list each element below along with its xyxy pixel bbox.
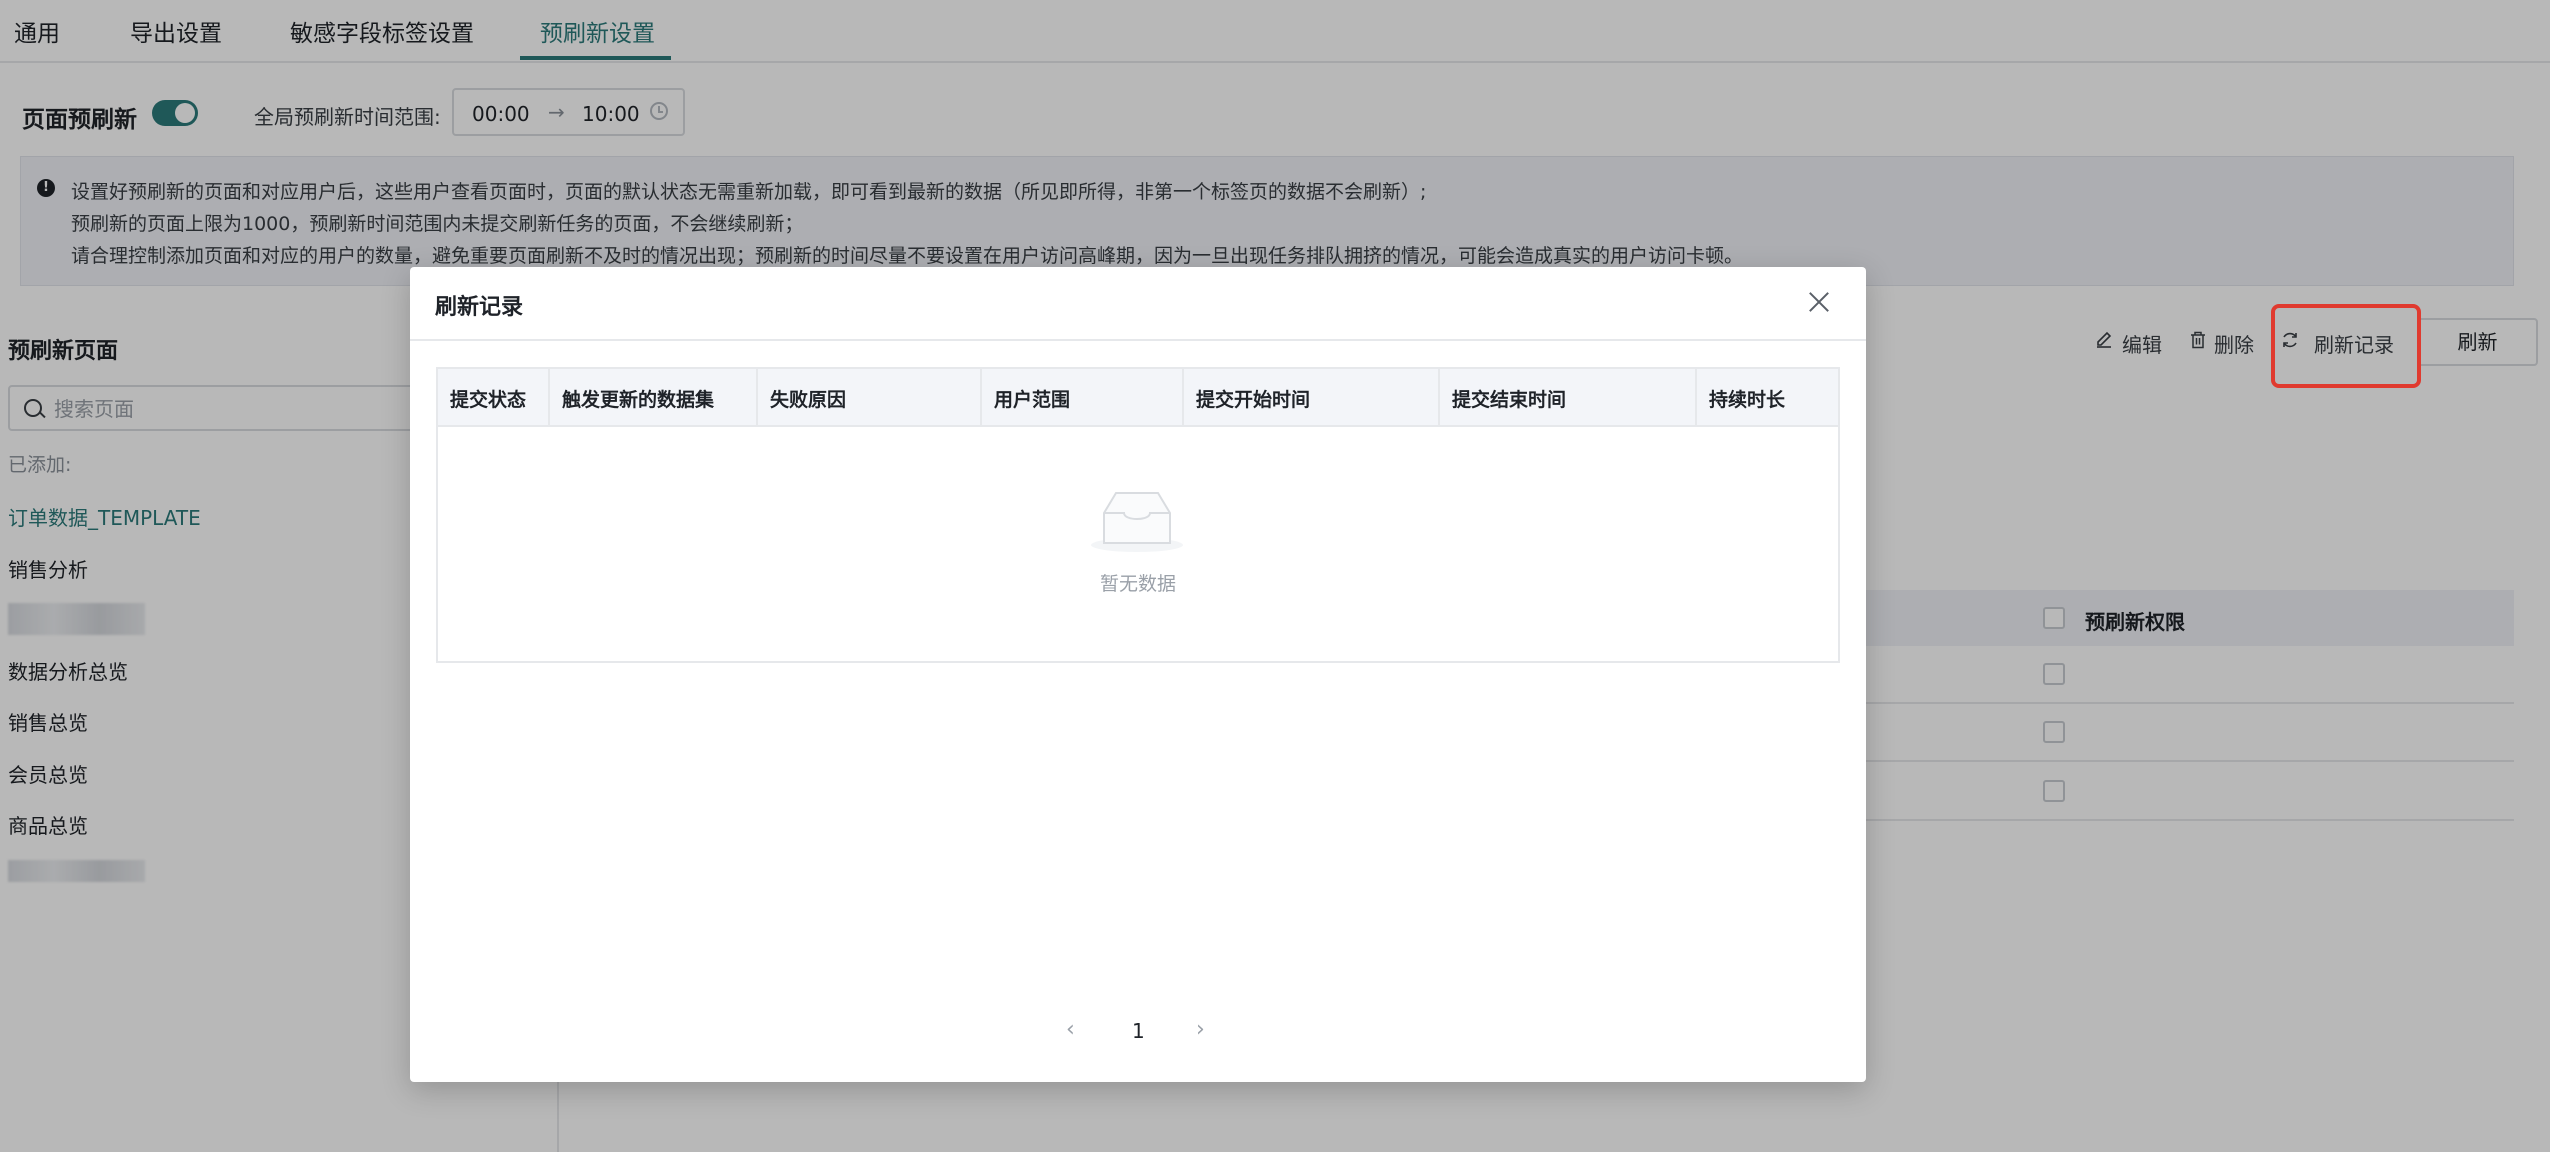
column-header: 用户范围	[994, 389, 1071, 411]
column-header: 提交开始时间	[1196, 389, 1311, 411]
refresh-records-dialog: 刷新记录 提交状态 触发更新的数据集 失败原因 用户范围 提交开始时间 提交结束…	[410, 267, 1866, 1082]
column-header: 提交状态	[450, 389, 527, 411]
empty-box-icon	[1091, 492, 1183, 552]
records-table-header: 提交状态 触发更新的数据集 失败原因 用户范围 提交开始时间 提交结束时间 持续…	[438, 369, 1838, 427]
column-header: 提交结束时间	[1452, 389, 1567, 411]
column-divider	[548, 369, 550, 425]
column-divider	[1438, 369, 1440, 425]
column-header: 失败原因	[770, 389, 847, 411]
pagination-prev[interactable]: ‹	[1066, 1017, 1075, 1042]
close-icon[interactable]	[1806, 289, 1832, 315]
column-divider	[756, 369, 758, 425]
column-divider	[1695, 369, 1697, 425]
empty-state-text: 暂无数据	[1099, 573, 1176, 595]
pagination-next[interactable]: ›	[1196, 1017, 1205, 1042]
records-table: 提交状态 触发更新的数据集 失败原因 用户范围 提交开始时间 提交结束时间 持续…	[436, 367, 1840, 663]
column-header: 触发更新的数据集	[562, 389, 715, 411]
column-divider	[1182, 369, 1184, 425]
column-divider	[980, 369, 982, 425]
dialog-divider	[410, 339, 1866, 341]
column-header: 持续时长	[1709, 389, 1786, 411]
dialog-title: 刷新记录	[435, 295, 524, 320]
pagination-page[interactable]: 1	[1132, 1019, 1145, 1043]
highlight-annotation	[2271, 304, 2421, 388]
